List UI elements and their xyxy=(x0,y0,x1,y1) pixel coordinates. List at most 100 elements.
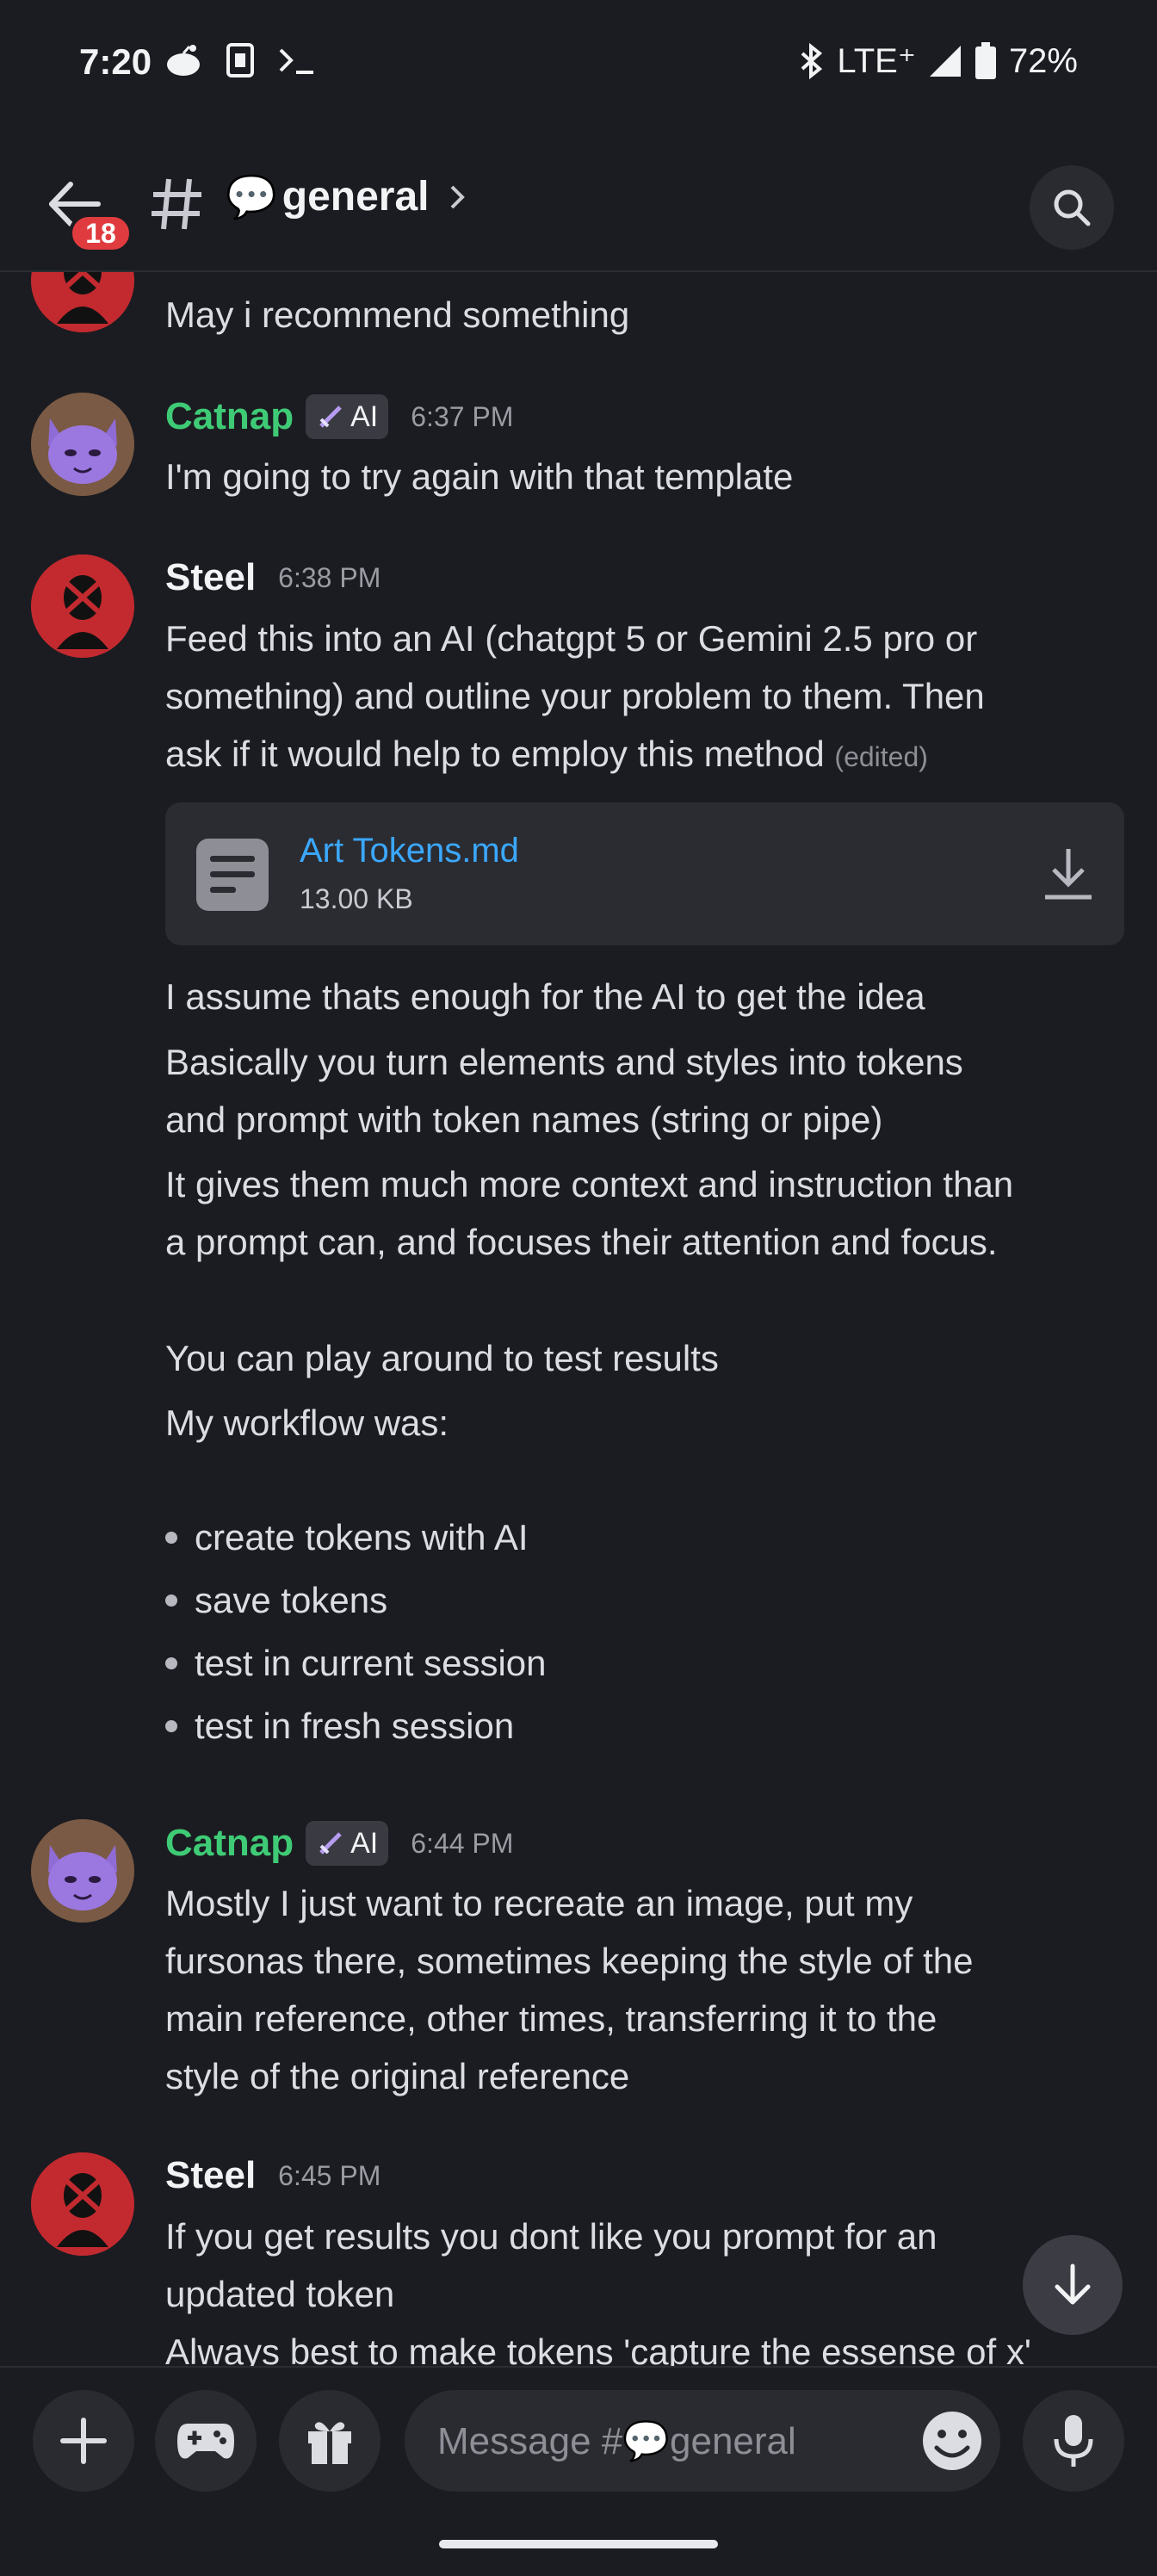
status-time: 7:20 xyxy=(79,41,152,82)
reddit-icon xyxy=(167,45,200,76)
steel-avatar-icon xyxy=(31,2152,134,2256)
channel-emoji: 💬 xyxy=(226,175,277,220)
username[interactable]: Steel xyxy=(165,2154,256,2197)
role-tag-label: AI xyxy=(350,1826,379,1860)
discord-channel-screen: 7:20 LTE⁺ 72% 18 💬 general May i recomme… xyxy=(0,0,1157,2576)
message-header: Steel 6:38 PM xyxy=(165,556,381,599)
message-text: and prompt with token names (string or p… xyxy=(165,1099,883,1140)
username[interactable]: Steel xyxy=(165,556,256,599)
message-header: Steel 6:45 PM xyxy=(165,2154,381,2197)
list-item-text: test in fresh session xyxy=(195,1706,515,1746)
list-item: save tokens xyxy=(165,1580,387,1621)
role-tag[interactable]: AI xyxy=(306,394,389,439)
search-button[interactable] xyxy=(1030,165,1114,250)
catnap-avatar-icon xyxy=(31,393,134,496)
message-text: It gives them much more context and inst… xyxy=(165,1164,1014,1204)
channel-title[interactable]: 💬 general xyxy=(226,172,467,221)
message-list[interactable]: May i recommend something Catnap AI 6:37… xyxy=(0,272,1157,2366)
steel-avatar-icon xyxy=(31,554,134,658)
system-indicators: LTE⁺ 72% xyxy=(799,41,1078,81)
message-text: Basically you turn elements and styles i… xyxy=(165,1042,963,1082)
message-text: main reference, other times, transferrin… xyxy=(165,1998,937,2039)
gamepad-icon xyxy=(177,2424,234,2459)
plus-icon xyxy=(60,2418,107,2464)
status-bar: 7:20 LTE⁺ 72% xyxy=(0,0,1157,129)
list-item-text: test in current session xyxy=(195,1643,547,1683)
sword-icon xyxy=(319,1832,342,1855)
role-tag-label: AI xyxy=(350,399,379,433)
home-indicator[interactable] xyxy=(439,2540,718,2548)
message-text: a prompt can, and focuses their attentio… xyxy=(165,1222,998,1262)
sim-card-icon xyxy=(226,43,254,77)
message-text: Mostly I just want to recreate an image,… xyxy=(165,1883,913,1923)
search-icon xyxy=(1054,189,1091,226)
activities-button[interactable] xyxy=(155,2390,257,2492)
message-text: I'm going to try again with that templat… xyxy=(165,456,794,497)
username[interactable]: Catnap xyxy=(165,1822,294,1865)
message-text-segment: ask if it would help to employ this meth… xyxy=(165,734,825,774)
bullet-dot xyxy=(165,1595,177,1607)
role-tag[interactable]: AI xyxy=(306,1821,389,1866)
timestamp: 6:37 PM xyxy=(411,400,514,432)
list-item: test in fresh session xyxy=(165,1706,514,1747)
avatar[interactable] xyxy=(31,554,134,658)
message-text: May i recommend something xyxy=(165,294,630,335)
battery-icon xyxy=(974,42,996,79)
list-item-text: create tokens with AI xyxy=(195,1517,529,1557)
timestamp: 6:45 PM xyxy=(278,2159,381,2191)
notification-icons xyxy=(164,43,317,77)
network-type: LTE⁺ xyxy=(837,42,916,80)
chevron-right-icon xyxy=(450,185,465,208)
bullet-dot xyxy=(165,1532,177,1544)
microphone-icon xyxy=(1054,2415,1093,2467)
edited-label: (edited) xyxy=(834,741,928,772)
file-attachment[interactable]: Art Tokens.md 13.00 KB xyxy=(165,802,1124,945)
emoji-icon[interactable] xyxy=(918,2406,987,2475)
signal-icon xyxy=(929,46,961,77)
unread-badge: 18 xyxy=(69,214,133,253)
list-item-text: save tokens xyxy=(195,1580,388,1620)
avatar[interactable] xyxy=(31,2152,134,2256)
terminal-icon xyxy=(279,48,313,74)
message-text: something) and outline your problem to t… xyxy=(165,676,985,716)
bluetooth-icon xyxy=(801,43,823,79)
battery-percent: 72% xyxy=(1008,41,1078,80)
gift-button[interactable] xyxy=(279,2390,381,2492)
message-text: updated token xyxy=(165,2274,395,2314)
message-text: My workflow was: xyxy=(165,1403,449,1443)
message-input-placeholder: Message #💬general xyxy=(437,2420,796,2462)
steel-avatar-icon xyxy=(31,272,134,332)
message-text: fursonas there, sometimes keeping the st… xyxy=(165,1941,974,1981)
sword-icon xyxy=(319,406,342,428)
document-icon xyxy=(196,839,269,911)
hashtag-icon xyxy=(152,178,201,230)
message-text: Always best to make tokens 'capture the … xyxy=(165,2331,1031,2366)
arrow-down-icon xyxy=(1055,2263,1091,2305)
message-text: I assume thats enough for the AI to get … xyxy=(165,976,925,1017)
bullet-dot xyxy=(165,1657,177,1669)
avatar[interactable] xyxy=(31,272,134,332)
message-input[interactable]: Message #💬general xyxy=(405,2390,1000,2492)
add-attachment-button[interactable] xyxy=(33,2390,134,2492)
message-header: Catnap AI 6:37 PM xyxy=(165,394,513,439)
gift-icon xyxy=(308,2422,351,2464)
message-text: style of the original reference xyxy=(165,2056,630,2096)
jump-to-latest-button[interactable] xyxy=(1023,2235,1123,2335)
channel-name: general xyxy=(282,174,430,220)
timestamp: 6:38 PM xyxy=(278,561,381,593)
list-item: create tokens with AI xyxy=(165,1517,529,1558)
message-text: ask if it would help to employ this meth… xyxy=(165,725,1129,786)
username[interactable]: Catnap xyxy=(165,395,294,438)
message-text: Feed this into an AI (chatgpt 5 or Gemin… xyxy=(165,618,978,659)
timestamp: 6:44 PM xyxy=(411,1827,514,1859)
message-text: If you get results you dont like you pro… xyxy=(165,2216,937,2257)
file-name-link[interactable]: Art Tokens.md xyxy=(300,832,519,870)
bullet-dot xyxy=(165,1720,177,1732)
voice-message-button[interactable] xyxy=(1023,2390,1124,2492)
channel-header: 18 💬 general xyxy=(0,129,1157,272)
avatar[interactable] xyxy=(31,1819,134,1923)
catnap-avatar-icon xyxy=(31,1819,134,1923)
avatar[interactable] xyxy=(31,393,134,496)
download-icon[interactable] xyxy=(1038,844,1098,904)
message-header: Catnap AI 6:44 PM xyxy=(165,1821,513,1866)
